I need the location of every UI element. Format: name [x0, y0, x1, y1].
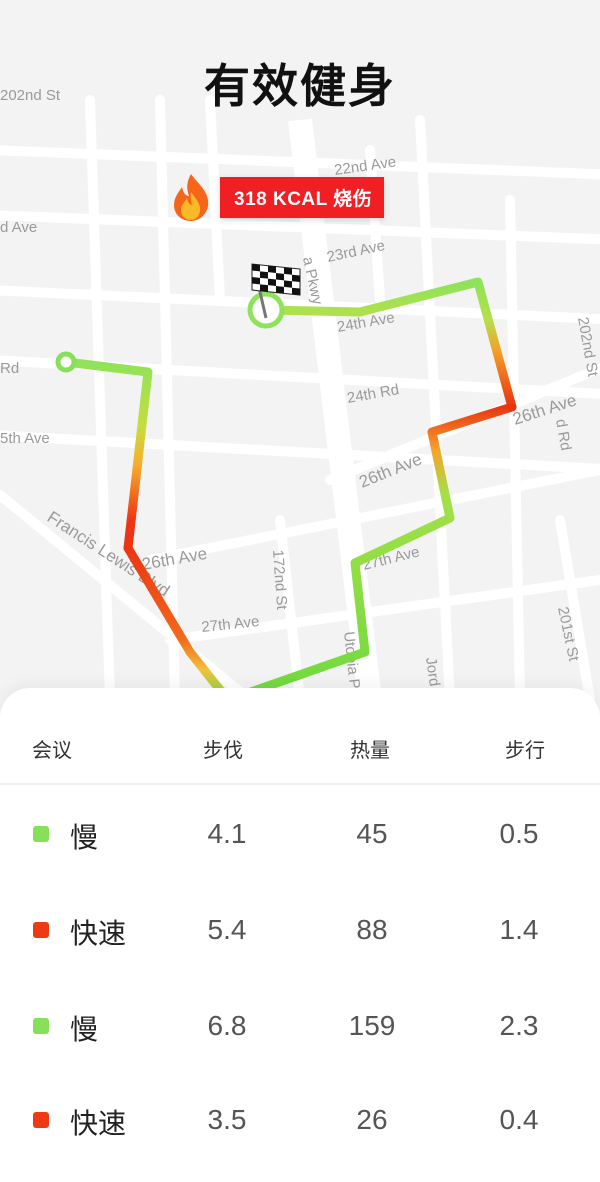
street-label: 5th Ave: [0, 430, 50, 447]
header-calories: 热量: [350, 738, 390, 762]
row-walk: 2.3: [499, 1010, 539, 1041]
table-row[interactable]: 快速 5.4 88 1.4: [0, 900, 600, 960]
calorie-callout: 318 KCAL 烧伤: [168, 172, 385, 222]
flame-icon: [174, 174, 209, 221]
row-walk: 0.4: [499, 1104, 539, 1135]
row-label: 快速: [70, 917, 127, 950]
finish-marker: [247, 291, 285, 329]
table-row[interactable]: 快速 3.5 26 0.4: [0, 1090, 600, 1150]
row-calories: 88: [356, 914, 388, 945]
header-pace: 步伐: [203, 738, 243, 762]
fast-indicator-icon: [33, 1112, 49, 1128]
row-label: 慢: [70, 1013, 99, 1046]
street-label: Rd: [0, 360, 19, 377]
row-pace: 5.4: [207, 914, 247, 945]
stats-sheet: 会议 步伐 热量 步行 慢 4.1 45 0.5 快速 5.4 88 1.4 慢…: [0, 688, 600, 1182]
row-label: 慢: [70, 821, 99, 854]
start-marker: [55, 351, 77, 373]
table-row[interactable]: 慢 4.1 45 0.5: [0, 804, 600, 864]
table-header: 会议 步伐 热量 步行: [0, 688, 600, 785]
row-calories: 45: [356, 818, 388, 849]
header-walk: 步行: [505, 738, 545, 762]
row-pace: 4.1: [207, 818, 247, 849]
table-row[interactable]: 慢 6.8 159 2.3: [0, 996, 600, 1056]
calorie-badge: 318 KCAL 烧伤: [220, 176, 385, 218]
page-title: 有效健身: [204, 59, 396, 113]
row-walk: 0.5: [499, 818, 539, 849]
screen: 202nd St 22nd Ave d Ave 23rd Ave a Pkwy …: [0, 0, 600, 1182]
header-session: 会议: [32, 738, 72, 762]
row-pace: 3.5: [207, 1104, 247, 1135]
row-pace: 6.8: [207, 1010, 247, 1041]
fast-indicator-icon: [33, 922, 49, 938]
row-label: 快速: [70, 1107, 127, 1140]
row-calories: 26: [356, 1104, 388, 1135]
slow-indicator-icon: [33, 826, 49, 842]
street-label: d Ave: [0, 219, 37, 236]
slow-indicator-icon: [33, 1018, 49, 1034]
row-calories: 159: [348, 1010, 396, 1041]
row-walk: 1.4: [499, 914, 539, 945]
